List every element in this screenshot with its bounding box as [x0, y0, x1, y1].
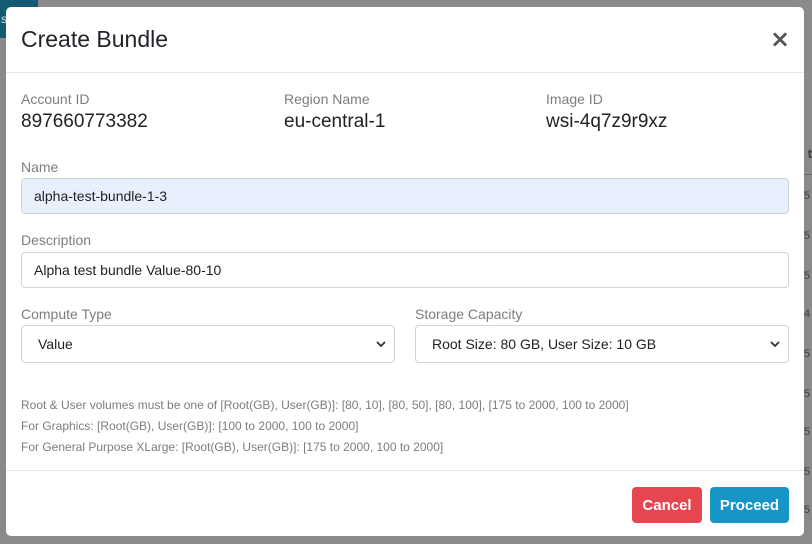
compute-type-selected: Value: [38, 336, 73, 352]
account-id-label: Account ID: [21, 91, 90, 107]
proceed-button[interactable]: Proceed: [710, 487, 789, 523]
modal-title: Create Bundle: [21, 26, 169, 52]
background-column-header: t: [807, 146, 812, 161]
compute-type-label: Compute Type: [21, 306, 112, 322]
account-id-block: Account ID 897660773382: [21, 91, 148, 133]
name-label: Name: [21, 159, 59, 175]
chevron-down-icon: [770, 341, 780, 348]
description-input[interactable]: [21, 252, 789, 288]
description-label: Description: [21, 232, 92, 248]
hint-text: For Graphics: [Root(GB), User(GB)]: [100…: [21, 419, 359, 433]
chevron-down-icon: [376, 341, 386, 348]
background-cell: 5: [803, 388, 810, 400]
background-cell: 5: [803, 426, 810, 438]
account-id-value: 897660773382: [21, 111, 148, 132]
background-cell: 4: [803, 308, 810, 320]
hint-text: Root & User volumes must be one of [Root…: [21, 398, 629, 412]
storage-capacity-selected: Root Size: 80 GB, User Size: 10 GB: [432, 336, 657, 352]
background-cell: 5: [803, 270, 810, 282]
background-cell: 5: [803, 348, 810, 360]
compute-type-select[interactable]: Value: [21, 325, 395, 363]
background-cell: 5: [803, 504, 810, 516]
background-cell: 5: [803, 190, 810, 202]
volume-hints: Root & User volumes must be one of [Root…: [21, 395, 629, 458]
close-icon[interactable]: ×: [770, 27, 790, 51]
image-id-block: Image ID wsi-4q7z9r9xz: [546, 91, 667, 133]
background-cell: 5: [803, 466, 810, 478]
region-block: Region Name eu-central-1: [284, 91, 385, 133]
cancel-button[interactable]: Cancel: [632, 487, 702, 523]
storage-capacity-label: Storage Capacity: [415, 306, 523, 322]
bundle-info-row: Account ID 897660773382 Region Name eu-c…: [21, 91, 791, 137]
storage-capacity-select[interactable]: Root Size: 80 GB, User Size: 10 GB: [415, 325, 789, 363]
modal-footer: Cancel Proceed: [6, 470, 804, 536]
hint-text: For General Purpose XLarge: [Root(GB), U…: [21, 440, 444, 454]
region-name-value: eu-central-1: [284, 111, 386, 132]
region-name-label: Region Name: [284, 91, 370, 107]
create-bundle-modal: Create Bundle × Account ID 897660773382 …: [6, 7, 804, 536]
image-id-label: Image ID: [546, 91, 603, 107]
image-id-value: wsi-4q7z9r9xz: [546, 111, 668, 132]
name-input[interactable]: [21, 178, 789, 214]
background-cell: 5: [803, 230, 810, 242]
modal-header: Create Bundle ×: [6, 7, 804, 73]
